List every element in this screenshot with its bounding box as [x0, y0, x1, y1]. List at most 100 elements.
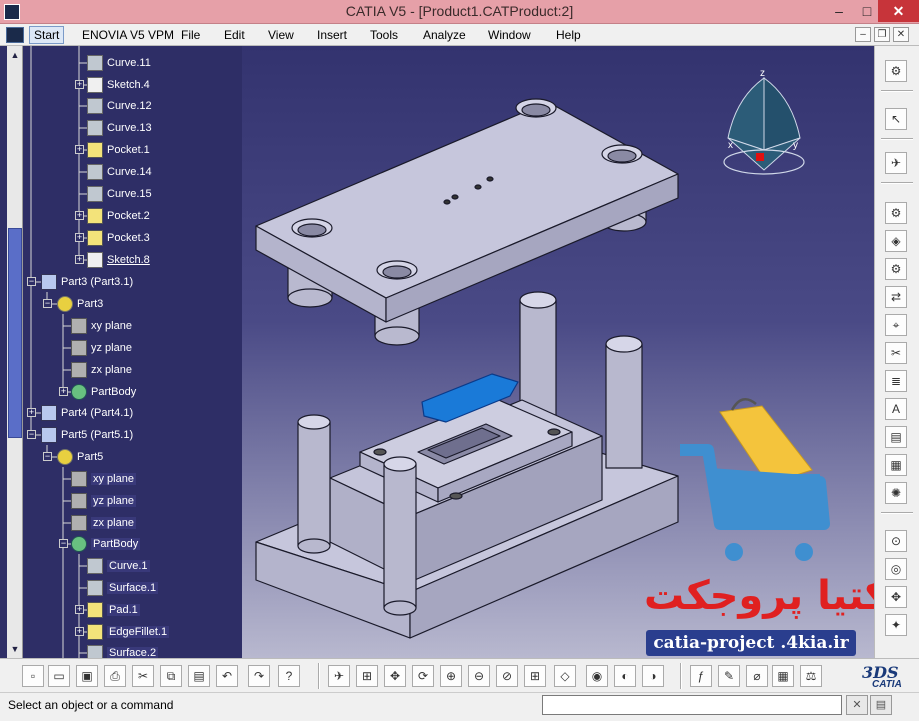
- tree-node[interactable]: PartBody: [71, 383, 136, 401]
- tree-node[interactable]: Part3: [57, 295, 103, 313]
- expand-plus-icon[interactable]: +: [59, 387, 68, 396]
- fly-icon[interactable]: ✈: [328, 665, 350, 687]
- menu-window[interactable]: Window: [488, 28, 531, 42]
- mdi-close-button[interactable]: ✕: [893, 27, 909, 42]
- contact-constraint-icon[interactable]: ◎: [885, 558, 907, 580]
- selective-load-icon[interactable]: ≣: [885, 370, 907, 392]
- collapse-minus-icon[interactable]: −: [43, 452, 52, 461]
- tree-node[interactable]: zx plane: [71, 514, 136, 532]
- save-icon[interactable]: ▣: [76, 665, 98, 687]
- compass-widget[interactable]: [723, 77, 805, 175]
- manage-representations-icon[interactable]: A: [885, 398, 907, 420]
- mdi-minimize-button[interactable]: –: [855, 27, 871, 42]
- scroll-down-arrow-icon[interactable]: ▼: [8, 642, 22, 656]
- scroll-up-arrow-icon[interactable]: ▲: [8, 48, 22, 62]
- menu-help[interactable]: Help: [556, 28, 581, 42]
- menu-enovia[interactable]: ENOVIA V5 VPM: [82, 28, 174, 42]
- tree-node[interactable]: Curve.15: [87, 185, 152, 203]
- fast-multi-instantiation-icon[interactable]: ▦: [885, 454, 907, 476]
- collapse-minus-icon[interactable]: −: [59, 539, 68, 548]
- menu-edit[interactable]: Edit: [224, 28, 245, 42]
- tree-node[interactable]: Curve.14: [87, 163, 152, 181]
- new-document-icon[interactable]: ▫: [22, 665, 44, 687]
- tree-node[interactable]: Sketch.4: [87, 76, 150, 94]
- tree-node[interactable]: xy plane: [71, 470, 136, 488]
- graph-tree-reorder-icon[interactable]: ⌖: [885, 314, 907, 336]
- zoom-in-icon[interactable]: ⊕: [440, 665, 462, 687]
- minimize-button[interactable]: –: [824, 0, 854, 22]
- expand-plus-icon[interactable]: +: [75, 80, 84, 89]
- tree-node[interactable]: Surface.1: [87, 579, 159, 597]
- tree-node[interactable]: EdgeFillet.1: [87, 623, 170, 641]
- normal-view-icon[interactable]: ⊘: [496, 665, 518, 687]
- menu-analyze[interactable]: Analyze: [423, 28, 466, 42]
- print-icon[interactable]: ⎙: [104, 665, 126, 687]
- expand-plus-icon[interactable]: +: [75, 233, 84, 242]
- new-part-icon[interactable]: ⚙: [885, 258, 907, 280]
- analysis-icon[interactable]: ⚖: [800, 665, 822, 687]
- tree-node[interactable]: zx plane: [71, 361, 132, 379]
- tree-node[interactable]: Pocket.3: [87, 229, 150, 247]
- tree-scrollbar[interactable]: ▲ ▼: [7, 46, 23, 658]
- expand-plus-icon[interactable]: +: [75, 145, 84, 154]
- tree-node[interactable]: Part5 (Part5.1): [41, 426, 133, 444]
- tree-node[interactable]: Part3 (Part3.1): [41, 273, 133, 291]
- expand-plus-icon[interactable]: +: [75, 605, 84, 614]
- tree-node[interactable]: Pocket.2: [87, 207, 150, 225]
- tree-node[interactable]: Curve.1: [87, 557, 150, 575]
- gears-icon[interactable]: ⚙: [885, 60, 907, 82]
- 3d-viewport[interactable]: z x y: [242, 46, 874, 658]
- move-icon[interactable]: ✥: [885, 586, 907, 608]
- collapse-minus-icon[interactable]: −: [43, 299, 52, 308]
- swap-visible-space-icon[interactable]: ◑: [642, 665, 664, 687]
- command-cancel-button[interactable]: ✕: [846, 695, 868, 715]
- generate-numbering-icon[interactable]: ✂: [885, 342, 907, 364]
- formula-icon[interactable]: ƒ: [690, 665, 712, 687]
- new-product-icon[interactable]: ◈: [885, 230, 907, 252]
- tree-node[interactable]: xy plane: [71, 317, 132, 335]
- copy-icon[interactable]: ⧉: [160, 665, 182, 687]
- menu-start[interactable]: Start: [29, 26, 65, 44]
- undo-icon[interactable]: ↶: [216, 665, 238, 687]
- replace-component-icon[interactable]: ⇄: [885, 286, 907, 308]
- tree-node[interactable]: Part4 (Part4.1): [41, 404, 133, 422]
- table-icon[interactable]: ▦: [772, 665, 794, 687]
- collapse-minus-icon[interactable]: −: [27, 430, 36, 439]
- zoom-out-icon[interactable]: ⊖: [468, 665, 490, 687]
- tree-node[interactable]: Curve.12: [87, 97, 152, 115]
- coincidence-constraint-icon[interactable]: ⊙: [885, 530, 907, 552]
- expand-plus-icon[interactable]: +: [27, 408, 36, 417]
- tree-node[interactable]: Pad.1: [87, 601, 140, 619]
- collapse-minus-icon[interactable]: −: [27, 277, 36, 286]
- rotate-icon[interactable]: ⟳: [412, 665, 434, 687]
- comment-icon[interactable]: ✎: [718, 665, 740, 687]
- tree-node[interactable]: Curve.11: [87, 54, 151, 72]
- command-options-button[interactable]: ▤: [870, 695, 892, 715]
- expand-plus-icon[interactable]: +: [75, 255, 84, 264]
- menu-tools[interactable]: Tools: [370, 28, 398, 42]
- tree-node[interactable]: yz plane: [71, 339, 132, 357]
- hide-show-icon[interactable]: ◐: [614, 665, 636, 687]
- isometric-view-icon[interactable]: ◇: [554, 665, 576, 687]
- pan-icon[interactable]: ✥: [384, 665, 406, 687]
- expand-plus-icon[interactable]: +: [75, 627, 84, 636]
- start-icon[interactable]: [6, 27, 24, 43]
- menu-file[interactable]: File: [181, 28, 200, 42]
- tree-node[interactable]: Part5: [57, 448, 103, 466]
- redo-icon[interactable]: ↷: [248, 665, 270, 687]
- update-icon[interactable]: ✦: [885, 614, 907, 636]
- existing-component-icon[interactable]: ⚙: [885, 202, 907, 224]
- tree-node[interactable]: Pocket.1: [87, 141, 150, 159]
- command-input[interactable]: [542, 695, 842, 715]
- create-multi-view-icon[interactable]: ⊞: [524, 665, 546, 687]
- tree-node[interactable]: Surface.2: [87, 644, 159, 658]
- measure-icon[interactable]: ⌀: [746, 665, 768, 687]
- fit-all-in-icon[interactable]: ⊞: [356, 665, 378, 687]
- shading-icon[interactable]: ◉: [586, 665, 608, 687]
- paste-icon[interactable]: ▤: [188, 665, 210, 687]
- menu-insert[interactable]: Insert: [317, 28, 347, 42]
- multi-instantiation-icon[interactable]: ▤: [885, 426, 907, 448]
- tree-node[interactable]: yz plane: [71, 492, 136, 510]
- mdi-restore-button[interactable]: ❐: [874, 27, 890, 42]
- tree-node[interactable]: Sketch.8: [87, 251, 150, 269]
